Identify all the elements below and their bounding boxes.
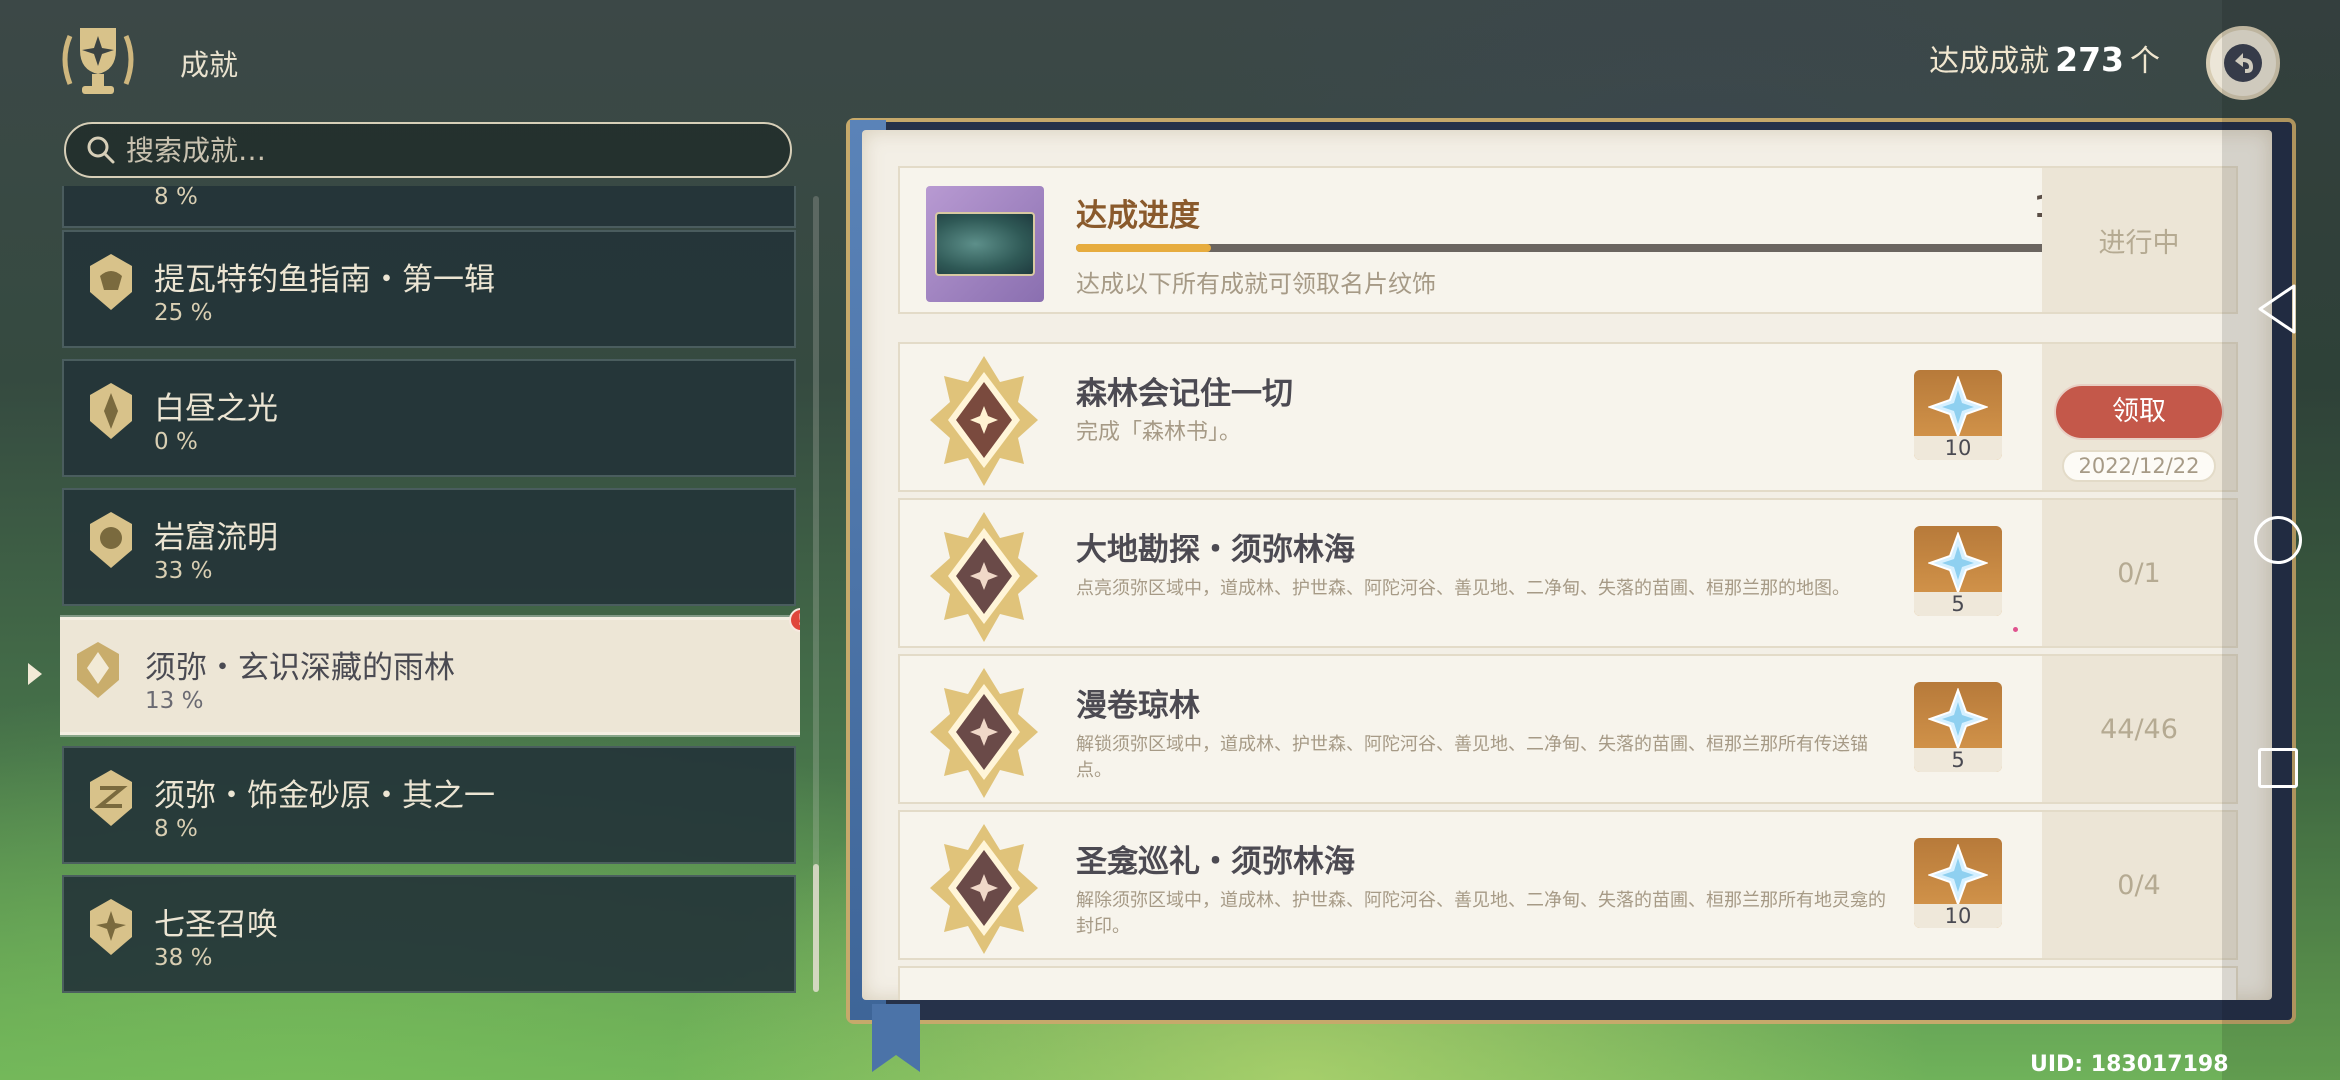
category-list[interactable]: 8 % 提瓦特钓鱼指南・第一辑 25 % 白昼之光 0 % 岩窟流明 33 % … — [60, 186, 800, 994]
primogem-reward[interactable]: 10 — [1914, 838, 2002, 928]
category-progress: 13 % — [145, 688, 204, 714]
new-badge: ! — [789, 608, 800, 632]
reward-quantity: 5 — [1914, 592, 2002, 616]
category-badge-icon — [77, 642, 119, 698]
search-field[interactable] — [64, 122, 792, 178]
category-name: 白昼之光 — [154, 391, 278, 427]
achievement-name: 圣龛巡礼・须弥林海 — [1076, 844, 1355, 880]
category-item[interactable]: 须弥・饰金砂原・其之一 8 % — [62, 746, 796, 864]
count-value: 273 — [2055, 40, 2124, 79]
reward-quantity: 5 — [1914, 748, 2002, 772]
category-badge-icon — [90, 512, 132, 568]
achievement-medal-icon — [930, 824, 1038, 954]
primogem-reward[interactable]: 5 — [1914, 526, 2002, 616]
category-name: 须弥・饰金砂原・其之一 — [154, 778, 495, 814]
category-item[interactable]: 白昼之光 0 % — [62, 359, 796, 477]
achievement-row: 圣龛巡礼・须弥林海 解除须弥区域中，道成林、护世森、阿陀河谷、善见地、二净甸、失… — [898, 810, 2238, 960]
achievement-description: 完成「森林书」。 — [1076, 420, 1242, 445]
user-uid: UID: 183017198 — [2030, 1052, 2229, 1077]
progress-title: 达成进度 — [1076, 198, 1200, 234]
primogem-icon — [1928, 376, 1988, 438]
achievement-description: 点亮须弥区域中，道成林、护世森、阿陀河谷、善见地、二净甸、失落的苗圃、桓那兰那的… — [1076, 578, 1850, 599]
achievement-panel[interactable]: 达成进度 13 % 达成以下所有成就可领取名片纹饰 进行中 森林会记住一切 完成… — [862, 130, 2272, 1000]
category-name: 须弥・玄识深藏的雨林 — [145, 650, 455, 686]
claim-button[interactable]: 领取 — [2054, 384, 2224, 440]
progress-bar — [1076, 244, 2116, 252]
achievement-row: 大地勘探・须弥林海 点亮须弥区域中，道成林、护世森、阿陀河谷、善见地、二净甸、失… — [898, 498, 2238, 648]
category-name: 七圣召唤 — [154, 907, 278, 943]
achievement-name: 森林会记住一切 — [1076, 376, 1293, 412]
primogem-icon — [1928, 844, 1988, 906]
achievement-count: 达成成就 273 个 — [1929, 36, 2160, 80]
achievement-row: 森林会记住一切 完成「森林书」。 10 领取 2022/12/22 — [898, 342, 2238, 492]
primogem-icon — [1928, 532, 1988, 594]
selection-indicator-icon — [28, 663, 42, 685]
achievement-row: 漫卷琼林 解锁须弥区域中，道成林、护世森、阿陀河谷、善见地、二净甸、失落的苗圃、… — [898, 654, 2238, 804]
namecard-preview[interactable] — [926, 186, 1044, 302]
category-name: 岩窟流明 — [154, 520, 278, 556]
category-badge-icon — [90, 383, 132, 439]
category-badge-icon — [90, 899, 132, 955]
achievement-status: 0/1 — [2042, 500, 2236, 646]
category-item[interactable]: 提瓦特钓鱼指南・第一辑 25 % — [62, 230, 796, 348]
category-item[interactable]: 8 % — [62, 186, 796, 228]
reward-quantity: 10 — [1914, 904, 2002, 928]
category-badge-icon — [90, 770, 132, 826]
category-item-selected[interactable]: 须弥・玄识深藏的雨林 13 % ! — [60, 608, 800, 735]
reward-quantity: 10 — [1914, 436, 2002, 460]
category-name: 提瓦特钓鱼指南・第一辑 — [154, 262, 495, 298]
nav-back-icon[interactable] — [2254, 282, 2300, 336]
count-prefix: 达成成就 — [1929, 44, 2050, 79]
achievement-name: 漫卷琼林 — [1076, 688, 1200, 724]
achievement-description: 解除须弥区域中，道成林、护世森、阿陀河谷、善见地、二净甸、失落的苗圃、桓那兰那所… — [1076, 890, 1886, 937]
trophy-emblem-icon — [50, 14, 146, 110]
claim-date: 2022/12/22 — [2062, 450, 2216, 482]
achievement-medal-icon — [930, 668, 1038, 798]
achievement-name: 大地勘探・须弥林海 — [1076, 532, 1355, 568]
progress-bar-fill — [1076, 244, 1212, 252]
primogem-reward[interactable]: 10 — [1914, 370, 2002, 460]
category-progress: 25 % — [154, 300, 213, 326]
category-progress: 8 % — [154, 816, 198, 842]
progress-description: 达成以下所有成就可领取名片纹饰 — [1076, 270, 1436, 298]
search-input[interactable] — [126, 133, 726, 167]
progress-status: 进行中 — [2042, 168, 2236, 312]
category-scrollbar-thumb[interactable] — [813, 864, 819, 992]
achievement-description: 解锁须弥区域中，道成林、护世森、阿陀河谷、善见地、二净甸、失落的苗圃、桓那兰那所… — [1076, 734, 1868, 781]
achievement-status: 0/4 — [2042, 812, 2236, 958]
search-icon — [87, 136, 115, 164]
category-item[interactable]: 岩窟流明 33 % — [62, 488, 796, 606]
primogem-icon — [1928, 688, 1988, 750]
achievement-status: 44/46 — [2042, 656, 2236, 802]
book-ribbon-tail — [872, 1004, 920, 1072]
achievement-medal-icon — [930, 512, 1038, 642]
primogem-reward[interactable]: 5 — [1914, 682, 2002, 772]
decorative-dot — [2013, 627, 2018, 632]
category-progress: 38 % — [154, 945, 213, 971]
page-title: 成就 — [180, 48, 239, 82]
category-item[interactable]: 七圣召唤 38 % — [62, 875, 796, 993]
achievement-row-partial — [898, 966, 2238, 1000]
category-progress: 8 % — [154, 186, 198, 210]
achievement-medal-icon — [930, 356, 1038, 486]
claim-column: 领取 2022/12/22 — [2042, 344, 2236, 490]
nav-recent-icon[interactable] — [2258, 748, 2298, 788]
count-suffix: 个 — [2130, 44, 2160, 79]
category-progress: 0 % — [154, 429, 198, 455]
progress-row: 达成进度 13 % 达成以下所有成就可领取名片纹饰 进行中 — [898, 166, 2238, 314]
category-progress: 33 % — [154, 558, 213, 584]
nav-home-icon[interactable] — [2254, 516, 2302, 564]
category-badge-icon — [90, 254, 132, 310]
